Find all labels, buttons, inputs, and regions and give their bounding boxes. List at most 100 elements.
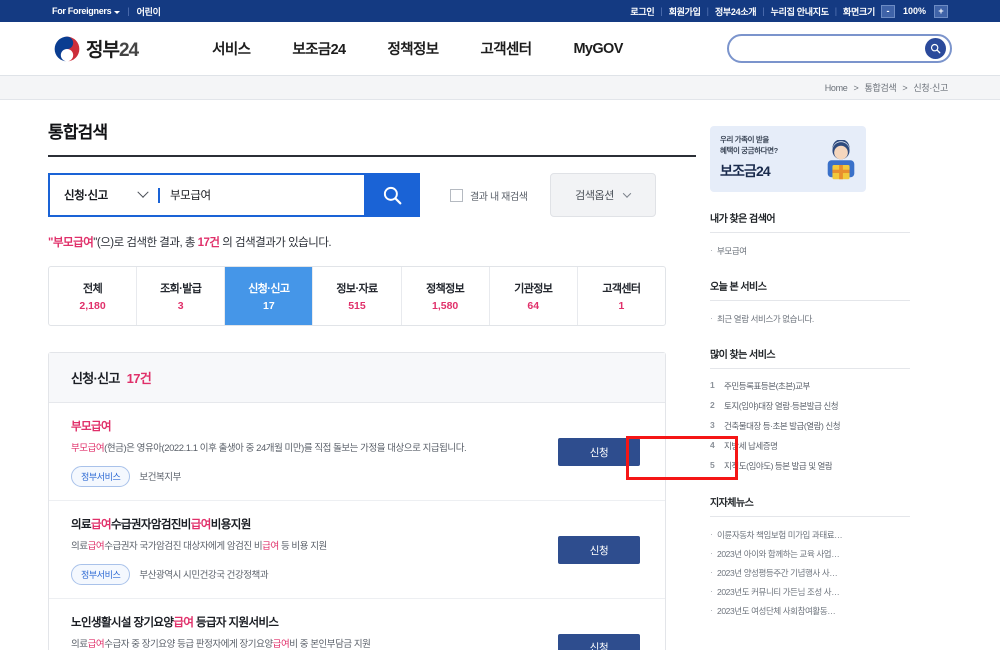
category-tab-label: 전체 [83,280,102,296]
apply-button[interactable]: 신청 [558,438,640,466]
rank-title: 지적도(임야도) 등본 발급 및 열람 [724,460,832,472]
for-foreigners-label: For Foreigners [52,6,111,16]
list-item[interactable]: 부모급여 [710,241,910,260]
result-item-title[interactable]: 노인생활시설 장기요양급여 등급자 지원서비스 [71,614,541,630]
result-item-body: 의료급여수급권자암검진비급여비용지원의료급여수급권자 국가암검진 대상자에게 암… [71,516,553,585]
result-mid-text: "(으)로 검색한 결과, 총 [93,237,197,249]
logo-text-num: 24 [119,40,138,61]
topbar-separator: | [762,6,764,16]
result-item-description: 의료급여수급권자 국가암검진 대상자에게 암검진 비급여 등 비용 지원 [71,540,541,554]
category-tab[interactable]: 정보·자료515 [313,267,401,325]
popular-services-list: 1주민등록표등본(초본)교부2토지(임야)대장 열람·등본발급 신청 3 건축물대장… [710,369,910,476]
nav-item-policy[interactable]: 정책정보 [388,38,439,59]
list-item[interactable]: 이륜자동차 책임보험 미가입 과태료… [710,525,910,544]
logo-text: 정부24 [86,35,138,62]
person-with-gift-icon [822,140,860,188]
zoom-out-button[interactable]: - [881,5,895,18]
search-options-button[interactable]: 검색옵션 [550,173,656,217]
search-submit-button[interactable] [364,173,420,217]
topbar-separator: | [660,6,662,16]
category-tab-label: 정책정보 [426,280,464,296]
result-item-body: 노인생활시설 장기요양급여 등급자 지원서비스의료급여수급자 중 장기요양 등급… [71,614,553,650]
result-item-title[interactable]: 의료급여수급권자암검진비급여비용지원 [71,516,541,532]
children-link[interactable]: 어린이 [137,5,161,18]
apply-button[interactable]: 신청 [558,634,640,650]
category-tab[interactable]: 전체2,180 [49,267,137,325]
login-link[interactable]: 로그인 [630,5,654,18]
site-logo[interactable]: 정부24 [54,35,138,62]
rank-number: 3 [710,420,717,432]
category-tab[interactable]: 조회·발급3 [137,267,225,325]
rank-title: 토지(임야)대장 열람·등본발급 신청 [724,400,838,412]
subsidy24-banner[interactable]: 우리 가족이 받을 혜택이 궁금하다면? 보조금24 [710,126,866,192]
nav-item-mygov[interactable]: MyGOV [573,41,622,57]
search-category-select[interactable]: 신청·신고 [50,175,158,215]
list-item[interactable]: 2023년 양성평등주간 기념행사 사… [710,563,910,582]
today-services-heading: 오늘 본 서비스 [710,278,910,301]
for-foreigners-link[interactable]: For Foreigners [52,6,120,16]
list-item[interactable]: 1주민등록표등본(초본)교부 [710,376,910,396]
nav-item-subsidy24[interactable]: 보조금24 [292,38,345,59]
category-tab[interactable]: 신청·신고17 [225,267,313,325]
result-item-action-cell: 신청 [553,516,645,585]
list-item[interactable]: 2토지(임야)대장 열람·등본발급 신청 [710,396,910,416]
search-icon [382,185,403,206]
main-wrap: 통합검색 신청·신고 [0,100,1000,650]
category-tab[interactable]: 고객센터1 [578,267,665,325]
category-tabs: 전체2,180조회·발급3신청·신고17정보·자료515정책정보1,580기관정… [48,266,666,326]
rank-title: 건축물대장 등·초본 발급(열람) 신청 [724,420,840,432]
search-options-label: 검색옵션 [575,187,614,203]
topbar-separator: | [835,6,837,16]
results-list: 부모급여부모급여(현금)은 영유아(2022.1.1 이후 출생아 중 24개월… [49,403,665,650]
category-tab[interactable]: 정책정보1,580 [402,267,490,325]
chevron-down-icon [114,11,120,14]
result-item-organization: 보건복지부 [139,469,180,483]
topbar-left-group: For Foreigners | 어린이 [52,5,161,18]
search-row: 신청·신고 결과 내 재검색 [48,173,696,217]
page-title: 통합검색 [48,118,696,143]
result-item-body: 부모급여부모급여(현금)은 영유아(2022.1.1 이후 출생아 중 24개월… [71,418,553,487]
signup-link[interactable]: 회원가입 [669,5,701,18]
breadcrumb-search[interactable]: 통합검색 [864,81,896,94]
category-tab-label: 조회·발급 [160,280,201,296]
result-suffix-text: 의 검색결과가 있습니다. [220,237,332,249]
results-panel: 신청·신고 17건 부모급여부모급여(현금)은 영유아(2022.1.1 이후 … [48,352,666,650]
search-box: 신청·신고 [48,173,420,217]
results-heading: 신청·신고 17건 [49,353,665,403]
apply-button[interactable]: 신청 [558,536,640,564]
sitemap-link[interactable]: 누리집 안내지도 [771,5,829,18]
rank-number: 4 [710,440,717,452]
list-item[interactable]: 최근 열람 서비스가 없습니다. [710,309,910,328]
zoom-in-button[interactable]: + [934,5,948,18]
result-item-title[interactable]: 부모급여 [71,418,541,434]
recent-keywords-section: 내가 찾은 검색어 부모급여 [710,210,910,260]
today-services-section: 오늘 본 서비스 최근 열람 서비스가 없습니다. [710,278,910,328]
nav-item-services[interactable]: 서비스 [212,38,250,59]
header-search-input[interactable] [729,43,925,55]
breadcrumb-home[interactable]: Home [825,83,848,93]
about-gov24-link[interactable]: 정부24소개 [715,5,756,18]
screen-size-label: 화면크기 [843,5,875,18]
list-item[interactable]: 4 지방세 납세증명 [710,436,910,456]
nav-item-support[interactable]: 고객센터 [480,38,531,59]
list-item[interactable]: 3 건축물대장 등·초본 발급(열람) 신청 [710,416,910,436]
topbar-separator: | [707,6,709,16]
header-search-button[interactable] [925,38,946,59]
site-header: 정부24 서비스 보조금24 정책정보 고객센터 MyGOV [0,22,1000,76]
category-tab-count: 1 [618,300,624,312]
list-item[interactable]: 5 지적도(임야도) 등본 발급 및 열람 [710,456,910,476]
rank-number: 1 [710,380,717,392]
research-checkbox[interactable] [450,189,463,202]
service-type-tag: 정부서비스 [71,564,130,585]
rank-number: 5 [710,460,717,472]
search-input[interactable] [160,189,364,201]
result-item: 의료급여수급권자암검진비급여비용지원의료급여수급권자 국가암검진 대상자에게 암… [49,501,665,599]
list-item[interactable]: 2023년 아이와 함께하는 교육 사업… [710,544,910,563]
recent-keywords-heading: 내가 찾은 검색어 [710,210,910,233]
category-tab[interactable]: 기관정보64 [490,267,578,325]
results-heading-count: 17건 [127,368,152,387]
rank-title: 지방세 납세증명 [724,440,778,452]
list-item[interactable]: 2023년도 여성단체 사회참여활동… [710,601,910,620]
research-in-results[interactable]: 결과 내 재검색 [450,188,528,203]
list-item[interactable]: 2023년도 커뮤니티 가든님 조성 사… [710,582,910,601]
